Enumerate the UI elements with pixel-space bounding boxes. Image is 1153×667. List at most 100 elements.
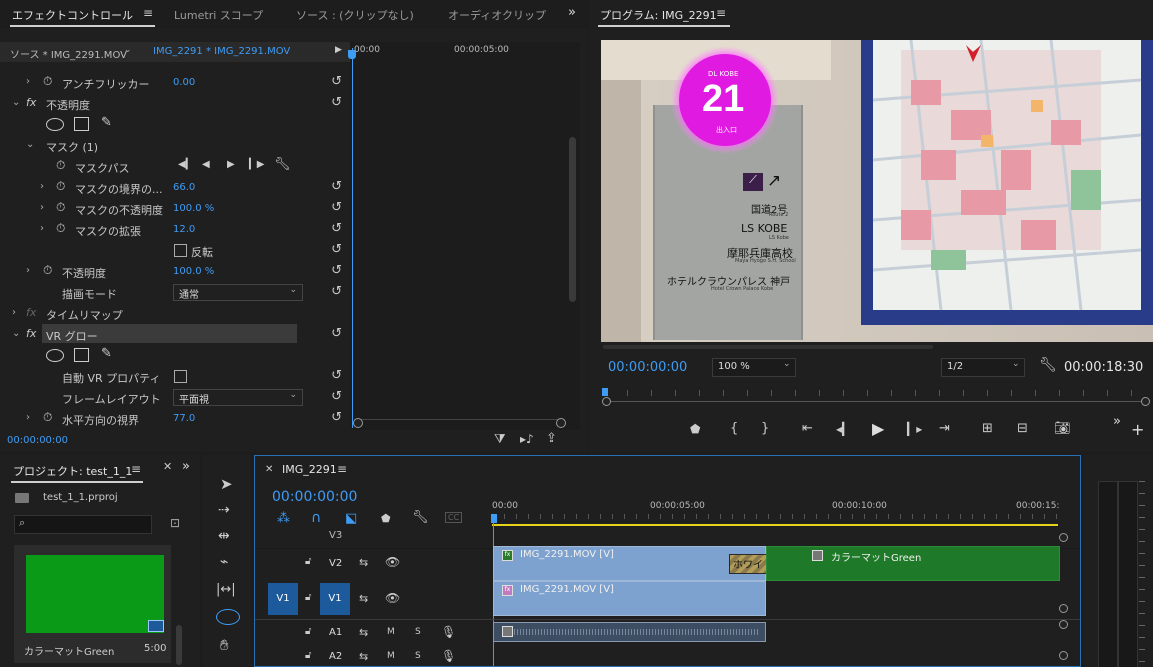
lock-icon[interactable]: 🔓︎ bbox=[305, 650, 311, 661]
stopwatch-icon[interactable]: ⏱ bbox=[43, 74, 52, 89]
frame-layout-dropdown[interactable]: 平面視 ⌄ bbox=[173, 389, 303, 406]
tab-source[interactable]: ソース : (クリップなし) bbox=[296, 7, 414, 23]
reset-icon[interactable]: ↺ bbox=[331, 389, 342, 404]
reset-icon[interactable]: ↺ bbox=[331, 242, 342, 257]
timeline-playhead-head[interactable] bbox=[491, 514, 497, 523]
chevron-down-icon[interactable]: ⌄ bbox=[12, 97, 20, 108]
hamburger-icon[interactable]: ≡ bbox=[131, 462, 141, 476]
stopwatch-icon[interactable]: ⏱ bbox=[56, 221, 65, 236]
mask-feather-value[interactable]: 66.0 bbox=[173, 182, 195, 193]
track-backward-icon[interactable]: ◀▎ bbox=[178, 159, 193, 170]
wrench-icon[interactable]: 🔧︎ bbox=[274, 157, 291, 172]
stopwatch-icon[interactable]: ⏱ bbox=[56, 158, 65, 173]
mask-expansion-value[interactable]: 12.0 bbox=[173, 224, 195, 235]
lift-icon[interactable]: ⊞ bbox=[982, 421, 993, 436]
tab-lumetri-scopes[interactable]: Lumetri スコープ bbox=[174, 7, 263, 23]
chevron-right-icon[interactable]: › bbox=[40, 181, 44, 192]
track-forward-icon[interactable]: ▎▶ bbox=[249, 159, 264, 170]
camera-icon[interactable]: 📷︎ bbox=[1054, 421, 1071, 436]
ellipse-mask-icon[interactable] bbox=[46, 118, 64, 131]
stopwatch-icon[interactable]: ⏱ bbox=[56, 179, 65, 194]
program-title[interactable]: プログラム: IMG_2291 bbox=[600, 7, 717, 23]
scrub-bar[interactable] bbox=[602, 385, 1151, 407]
effect-timecode[interactable]: 00:00:00:00 bbox=[7, 435, 68, 446]
effect-playhead-head[interactable] bbox=[348, 50, 356, 59]
sync-lock-icon[interactable]: ⇆ bbox=[359, 650, 368, 663]
lock-icon[interactable]: 🔓︎ bbox=[305, 592, 311, 603]
resolution-dropdown[interactable]: 1/2 ⌄ bbox=[941, 358, 1025, 377]
clip-v1-img2291[interactable]: fx IMG_2291.MOV [V] bbox=[493, 581, 766, 616]
stopwatch-icon[interactable]: ⏱ bbox=[43, 263, 52, 278]
track-select-tool-icon[interactable]: ⇢ bbox=[218, 502, 230, 518]
play-icon[interactable]: ▶ bbox=[872, 419, 884, 438]
pen-tool-icon[interactable] bbox=[216, 609, 240, 625]
solo-button[interactable]: S bbox=[415, 627, 421, 637]
mute-button[interactable]: M bbox=[387, 651, 395, 661]
chevron-down-icon[interactable]: ⌄ bbox=[26, 139, 34, 150]
scroll-handle-mid[interactable] bbox=[1059, 604, 1068, 613]
monitor-scrollbar[interactable] bbox=[603, 345, 933, 349]
slip-tool-icon[interactable]: |↔| bbox=[216, 582, 236, 597]
ripple-edit-tool-icon[interactable]: ⇹ bbox=[218, 528, 230, 544]
add-button-icon[interactable]: + bbox=[1131, 420, 1144, 439]
step-forward-icon[interactable]: ▶ bbox=[227, 159, 235, 170]
auto-vr-checkbox[interactable] bbox=[174, 370, 187, 383]
antiflicker-value[interactable]: 0.00 bbox=[173, 77, 195, 88]
fx-icon[interactable]: fx bbox=[26, 327, 36, 340]
reset-icon[interactable]: ↺ bbox=[331, 410, 342, 425]
eye-icon[interactable]: 👁︎ bbox=[385, 591, 400, 605]
scroll-handle-audio-bottom[interactable] bbox=[1059, 651, 1068, 660]
export-icon[interactable]: ⇪ bbox=[546, 431, 557, 446]
wrench-icon[interactable]: 🔧︎ bbox=[412, 510, 429, 525]
sync-lock-icon[interactable]: ⇆ bbox=[359, 626, 368, 639]
effect-playhead-line[interactable] bbox=[352, 48, 353, 428]
sequence-label[interactable]: IMG_2291 * IMG_2291.MOV bbox=[153, 46, 290, 57]
scroll-handle-left[interactable] bbox=[353, 418, 363, 428]
hamburger-icon[interactable]: ≡ bbox=[337, 462, 347, 476]
wrench-icon[interactable]: 🔧︎ bbox=[1039, 357, 1057, 373]
scroll-handle-right[interactable] bbox=[556, 418, 566, 428]
hamburger-icon[interactable]: ≡ bbox=[143, 6, 153, 20]
eye-icon[interactable]: 👁︎ bbox=[385, 555, 400, 569]
go-to-in-icon[interactable]: ⇤ bbox=[802, 421, 813, 436]
hamburger-icon[interactable]: ≡ bbox=[716, 6, 726, 20]
step-back-icon[interactable]: ◂▎ bbox=[836, 422, 851, 436]
fx-icon[interactable]: fx bbox=[26, 96, 36, 109]
sync-lock-icon[interactable]: ⇆ bbox=[359, 592, 368, 605]
chevron-right-icon[interactable]: › bbox=[26, 265, 30, 276]
filter-icon[interactable]: ⧩ bbox=[494, 432, 506, 447]
tab-effect-controls[interactable]: エフェクトコントロール bbox=[12, 7, 133, 23]
scrub-playhead[interactable] bbox=[602, 388, 608, 396]
pen-mask-icon[interactable]: ✎ bbox=[101, 115, 112, 130]
mute-button[interactable]: M bbox=[387, 627, 395, 637]
new-bin-icon[interactable]: ⊡ bbox=[170, 516, 180, 530]
source-patch-v1[interactable]: V1 bbox=[268, 583, 298, 615]
stopwatch-icon[interactable]: ⏱ bbox=[43, 410, 52, 425]
ellipse-mask-icon[interactable] bbox=[46, 349, 64, 362]
blend-mode-dropdown[interactable]: 通常 ⌄ bbox=[173, 284, 303, 301]
double-chevron-right-icon[interactable]: » bbox=[568, 5, 576, 20]
chevron-right-icon[interactable]: › bbox=[12, 307, 16, 318]
clip-color-matte[interactable]: カラーマットGreen bbox=[766, 546, 1060, 581]
video-frame[interactable]: DL KOBE 21 出入口 ⟋ ↗ 国道2号 Route 2 LS KOBE … bbox=[601, 40, 1153, 342]
effect-scrollbar[interactable] bbox=[569, 137, 576, 302]
audio-output-icon[interactable]: ▸♪ bbox=[520, 432, 534, 446]
source-label[interactable]: ソース * IMG_2291.MOV bbox=[10, 46, 127, 61]
solo-button[interactable]: S bbox=[415, 651, 421, 661]
add-marker-icon[interactable]: ⬟ bbox=[690, 422, 700, 436]
chevron-right-icon[interactable]: › bbox=[40, 202, 44, 213]
reset-icon[interactable]: ↺ bbox=[331, 221, 342, 236]
reset-icon[interactable]: ↺ bbox=[331, 368, 342, 383]
double-chevron-right-icon[interactable]: » bbox=[1113, 414, 1121, 429]
invert-checkbox[interactable] bbox=[174, 244, 187, 257]
program-timecode[interactable]: 00:00:00:00 bbox=[608, 360, 687, 375]
tab-audio-clip[interactable]: オーディオクリップ bbox=[448, 7, 546, 23]
nest-toggle-icon[interactable]: ⁂ bbox=[277, 511, 290, 526]
razor-tool-icon[interactable]: ⌁ bbox=[220, 554, 228, 570]
scrub-handle-left[interactable] bbox=[602, 397, 611, 406]
linked-selection-icon[interactable]: ⬕ bbox=[345, 511, 357, 526]
scrub-handle-right[interactable] bbox=[1141, 397, 1150, 406]
close-icon[interactable]: ✕ bbox=[163, 460, 172, 473]
microphone-icon[interactable]: 🎙︎ bbox=[441, 625, 456, 639]
rectangle-mask-icon[interactable] bbox=[74, 348, 89, 362]
